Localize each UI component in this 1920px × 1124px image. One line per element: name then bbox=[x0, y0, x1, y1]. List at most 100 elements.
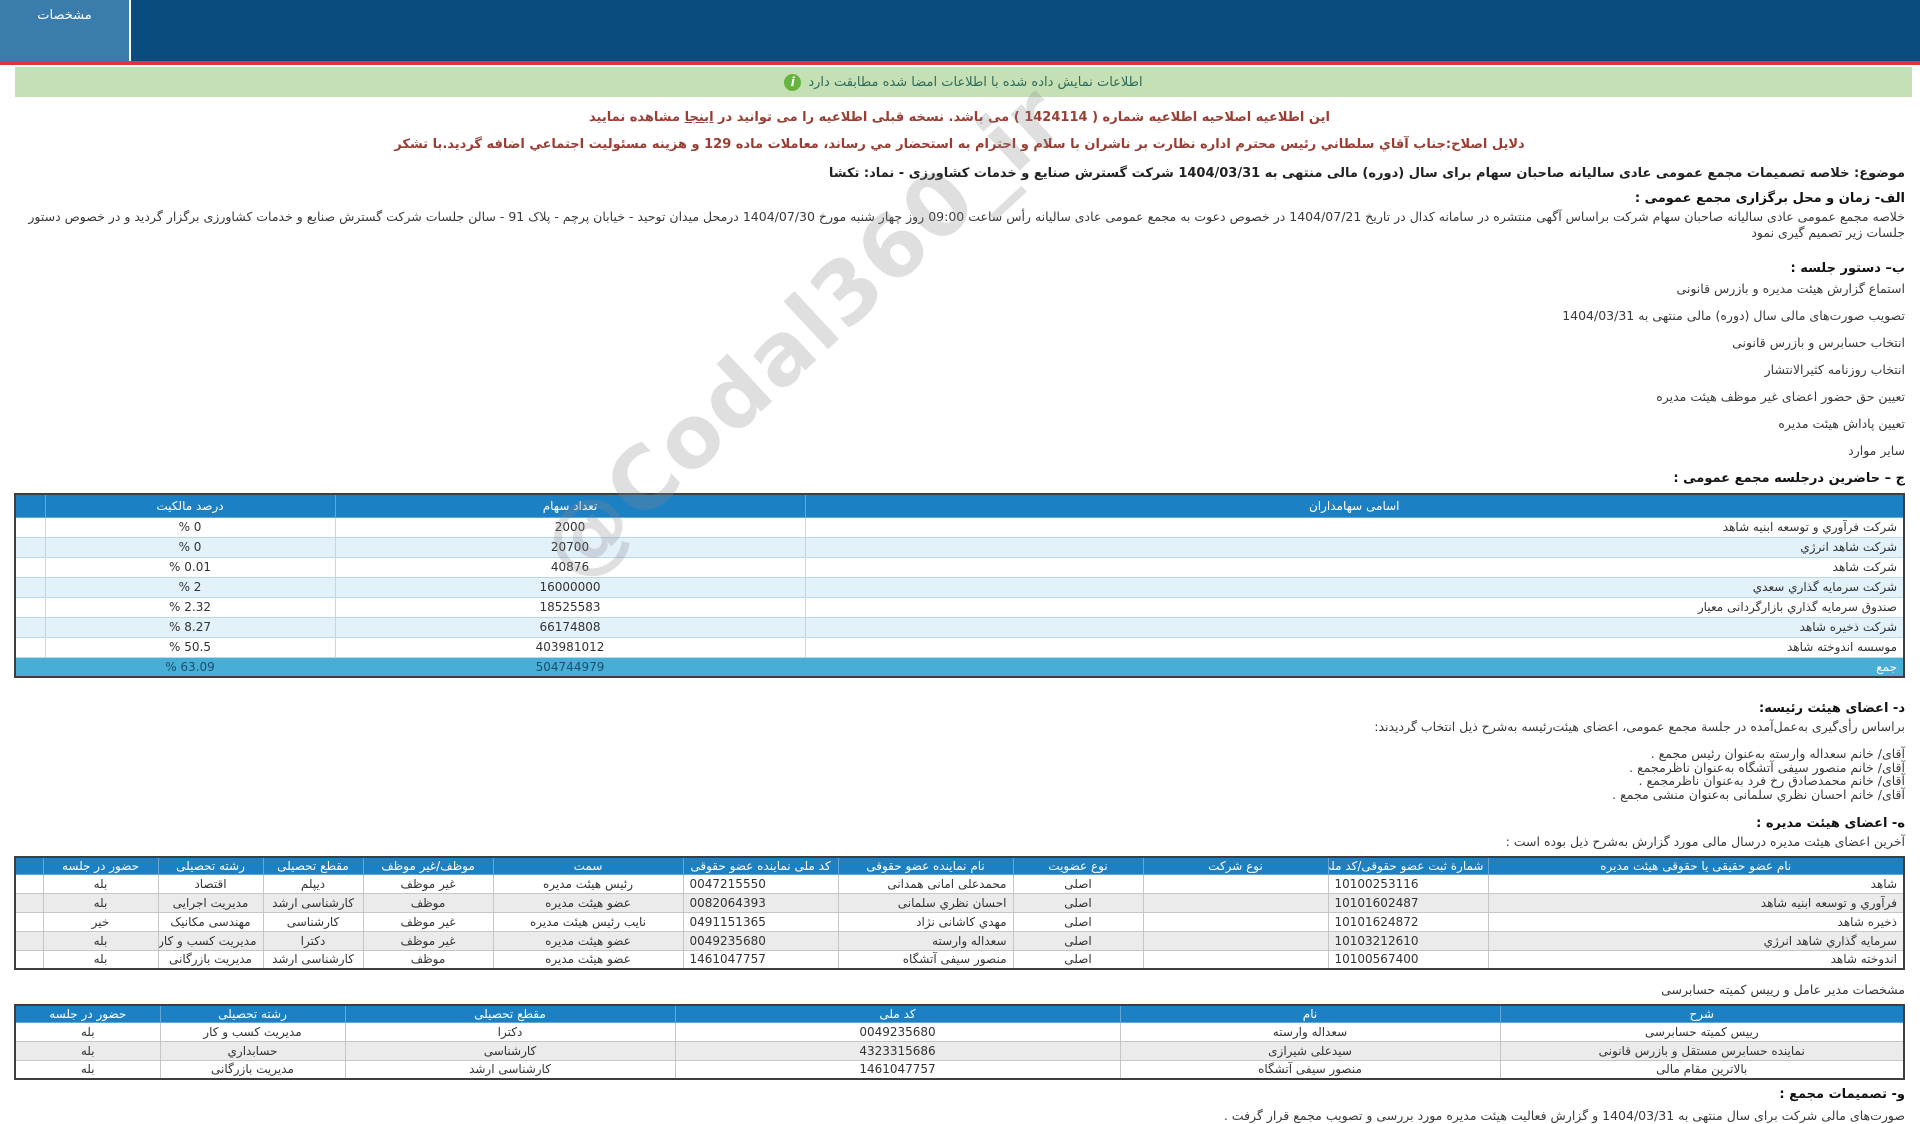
subject-line: موضوع: خلاصه تصمیمات مجمع عمومی عادی سال… bbox=[828, 166, 1905, 181]
table-cell bbox=[14, 616, 46, 638]
column-header bbox=[14, 493, 46, 518]
table-cell: % 2 bbox=[44, 576, 336, 598]
table-cell: 66174808 bbox=[334, 616, 806, 638]
column-header: مقطع تحصیلی bbox=[344, 1004, 676, 1023]
agenda-item: انتخاب حسابرس و بازرس قانونی bbox=[1732, 335, 1905, 350]
table-cell: محمدعلی امانی همدانی bbox=[837, 873, 1014, 894]
agenda-item: سایر موارد bbox=[1848, 443, 1905, 458]
table-cell: دکترا bbox=[344, 1021, 676, 1042]
table-cell: سعداله وارسته bbox=[837, 930, 1014, 951]
table-cell: 0082064393 bbox=[682, 892, 839, 913]
table-cell: کارشناسی ارشد bbox=[262, 949, 364, 970]
table-cell: عضو هیئت مدیره bbox=[492, 930, 684, 951]
table-cell: اقتصاد bbox=[157, 873, 264, 894]
table-cell: شاهد bbox=[1487, 873, 1905, 894]
table-cell bbox=[14, 911, 44, 932]
shareholders-table: اسامی سهامداران تعداد سهام درصد مالکیت شرک… bbox=[14, 493, 1905, 678]
table-cell: صندوق سرمایه گذاري بازارگردانی معیار bbox=[804, 596, 1905, 618]
column-header: حضور در جلسه bbox=[42, 856, 159, 875]
table-cell: خیر bbox=[42, 911, 159, 932]
table-row: ذخیره شاهد 10101624872 اصلی مهدي کاشانی نژا… bbox=[14, 911, 1905, 932]
table-cell: 18525583 bbox=[334, 596, 806, 618]
table-row: شرکت شاهد 40876% 0.01 bbox=[14, 556, 1905, 578]
table-cell: 0049235680 bbox=[682, 930, 839, 951]
table-cell: سعداله وارسته bbox=[1119, 1021, 1501, 1042]
table-cell: % 8.27 bbox=[44, 616, 336, 638]
table-cell bbox=[14, 556, 46, 578]
previous-notice-link[interactable]: اینجا bbox=[685, 110, 714, 125]
table-row: رییس کمیته حسابرسی سعداله وارسته 004923568… bbox=[14, 1021, 1905, 1042]
table-cell: مدیریت بازرگانی bbox=[157, 949, 264, 970]
table-row: فرآوري و توسعه ابنیه شاهد 10101602487 اصلی… bbox=[14, 892, 1905, 913]
table-cell bbox=[1142, 873, 1329, 894]
table-cell: % 0 bbox=[44, 536, 336, 558]
table-row: شرکت سرمایه گذاري سعدي 16000000% 2 bbox=[14, 576, 1905, 598]
table-cell: غیر موظف bbox=[362, 873, 494, 894]
table-cell: بالاترین مقام مالی bbox=[1499, 1059, 1905, 1080]
ceo-table-title: مشخصات مدیر عامل و رییس کمیته حسابرسی bbox=[1661, 982, 1905, 997]
section-d-title: د- اعضای هیئت رئیسه: bbox=[1759, 701, 1905, 716]
table-row: صندوق سرمایه گذاري بازارگردانی معیار 1852… bbox=[14, 596, 1905, 618]
table-cell: بله bbox=[42, 949, 159, 970]
table-cell: احسان نظري سلمانی bbox=[837, 892, 1014, 913]
column-header: درصد مالکیت bbox=[44, 493, 336, 518]
table-cell bbox=[1142, 892, 1329, 913]
column-header: موظف/غیر موظف bbox=[362, 856, 494, 875]
section-b-title: ب– دستور جلسه : bbox=[1790, 261, 1905, 276]
total-cell: % 63.09 bbox=[44, 656, 336, 678]
table-cell: 10103212610 bbox=[1327, 930, 1489, 951]
ceo-table-header: شرح نام کد ملی مقطع تحصیلی رشته تحصیلی حضور د… bbox=[14, 1004, 1905, 1023]
table-cell: مدیریت بازرگانی bbox=[159, 1059, 346, 1080]
table-row: اندوخته شاهد 10100567400 اصلی منصور سیفی آت… bbox=[14, 949, 1905, 970]
table-cell: 40876 bbox=[334, 556, 806, 578]
section-a-title: الف- زمان و محل برگزاری مجمع عمومی : bbox=[1634, 191, 1905, 206]
table-cell: کارشناسی bbox=[344, 1040, 676, 1061]
table-cell: اصلی bbox=[1012, 892, 1144, 913]
table-cell: نماینده حسابرس مستقل و بازرس قانونی bbox=[1499, 1040, 1905, 1061]
total-cell: جمع bbox=[804, 656, 1905, 678]
table-cell: 10100253116 bbox=[1327, 873, 1489, 894]
table-cell: 0491151365 bbox=[682, 911, 839, 932]
correction-notice: این اطلاعیه اصلاحیه اطلاعیه شماره ( 1424… bbox=[14, 110, 1905, 126]
table-row: نماینده حسابرس مستقل و بازرس قانونی سیدعل… bbox=[14, 1040, 1905, 1061]
column-header: نام عضو حقیقی یا حقوقی هیئت مدیره bbox=[1487, 856, 1905, 875]
table-cell: موظف bbox=[362, 949, 494, 970]
correction-notice-text: این اطلاعیه اصلاحیه اطلاعیه شماره ( 1424… bbox=[713, 110, 1330, 125]
table-cell bbox=[14, 949, 44, 970]
column-header: کد ملی نماینده عضو حقوقی bbox=[682, 856, 839, 875]
table-cell: 20700 bbox=[334, 536, 806, 558]
section-d-intro: براساس رأی‌گیری به‌عمل‌آمده در جلسة مجمع… bbox=[1374, 719, 1905, 734]
table-row: شرکت فرآوري و توسعه ابنیه شاهد 2000% 0 bbox=[14, 516, 1905, 538]
table-row: شرکت ذخیره شاهد 66174808% 8.27 bbox=[14, 616, 1905, 638]
table-cell: مدیریت کسب و کار bbox=[157, 930, 264, 951]
table-cell: % 0 bbox=[44, 516, 336, 538]
column-header: مقطع تحصیلی bbox=[262, 856, 364, 875]
tab-specifications[interactable]: مشخصات bbox=[0, 0, 131, 61]
shareholders-table-header: اسامی سهامداران تعداد سهام درصد مالکیت bbox=[14, 493, 1905, 518]
table-cell: 403981012 bbox=[334, 636, 806, 658]
table-cell bbox=[14, 516, 46, 538]
column-header: اسامی سهامداران bbox=[804, 493, 1905, 518]
agenda-item: تعیین حق حضور اعضای غیر موظف هیئت مدیره bbox=[1656, 389, 1905, 404]
column-header: نام نماینده عضو حقوقی bbox=[837, 856, 1014, 875]
table-cell bbox=[1142, 930, 1329, 951]
table-row: شاهد 10100253116 اصلی محمدعلی امانی همدانی 0… bbox=[14, 873, 1905, 894]
table-cell: اندوخته شاهد bbox=[1487, 949, 1905, 970]
table-cell bbox=[14, 576, 46, 598]
table-cell: غیر موظف bbox=[362, 911, 494, 932]
signature-alert-bar: اطلاعات نمایش داده شده با اطلاعات امضا ش… bbox=[15, 67, 1912, 97]
column-header: رشته تحصیلی bbox=[159, 1004, 346, 1023]
table-cell: اصلی bbox=[1012, 911, 1144, 932]
table-cell: دیپلم bbox=[262, 873, 364, 894]
table-cell: % 0.01 bbox=[44, 556, 336, 578]
table-row: موسسه اندوخته شاهد 403981012% 50.5 bbox=[14, 636, 1905, 658]
table-row: بالاترین مقام مالی منصور سیفی آتشگاه 14610… bbox=[14, 1059, 1905, 1080]
table-cell bbox=[1142, 911, 1329, 932]
agenda-list: استماع گزارش هیئت مدیره و بازرس قانونی تص… bbox=[14, 281, 1905, 459]
table-cell: حسابداري bbox=[159, 1040, 346, 1061]
table-cell: شرکت شاهد انرژي bbox=[804, 536, 1905, 558]
table-cell: موظف bbox=[362, 892, 494, 913]
column-header: رشته تحصیلی bbox=[157, 856, 264, 875]
table-cell: منصور سیفی آتشگاه bbox=[837, 949, 1014, 970]
alert-message: اطلاعات نمایش داده شده با اطلاعات امضا ش… bbox=[808, 74, 1143, 90]
